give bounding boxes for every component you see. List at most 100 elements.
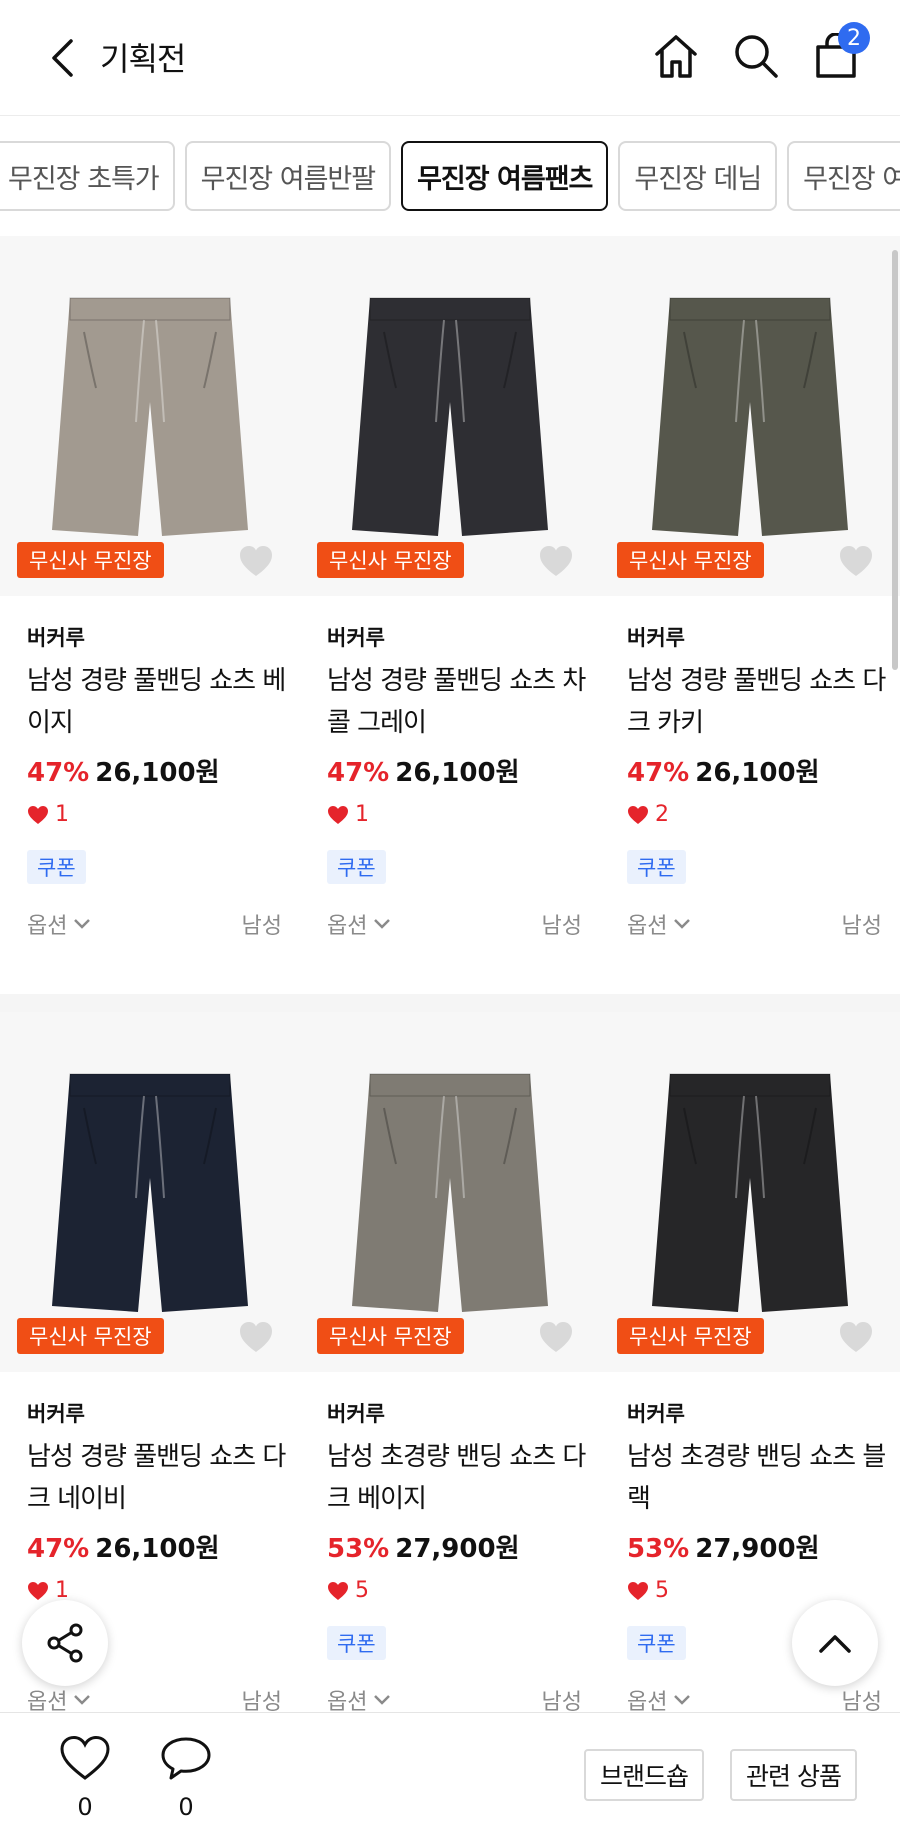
product-name[interactable]: 남성 초경량 밴딩 쇼츠 다크 베이지	[327, 1436, 587, 1520]
share-button[interactable]	[22, 1600, 108, 1686]
promo-tag: 무신사 무진장	[17, 1318, 164, 1354]
sale-price: 26,100원	[95, 758, 220, 788]
chevron-down-icon	[674, 919, 691, 929]
heart-filled-icon	[328, 805, 348, 824]
product-row: 무신사 무진장 버커루 남성 경량 풀밴딩 쇼츠 베이지 47% 26,100원 1 쿠폰 옵…	[0, 236, 900, 994]
product-brand[interactable]: 버커루	[327, 1398, 385, 1428]
product-price-line: 53% 27,900원	[327, 1528, 520, 1565]
product-card[interactable]: 무신사 무진장버커루남성 경량 풀밴딩 쇼츠 차콜 그레이 47% 26,100원 1…	[300, 236, 600, 994]
discount-rate: 47%	[627, 758, 690, 788]
discount-rate: 47%	[327, 758, 390, 788]
wishlist-heart-icon[interactable]	[538, 544, 574, 578]
sale-price: 26,100원	[95, 1534, 220, 1564]
product-brand[interactable]: 버커루	[27, 1398, 85, 1428]
like-count-line: 1	[327, 802, 369, 827]
option-dropdown[interactable]: 옵션	[27, 908, 91, 940]
like-count: 0	[77, 1793, 93, 1821]
related-products-button[interactable]: 관련 상품	[730, 1749, 857, 1801]
chevron-left-icon	[52, 39, 73, 77]
category-chip[interactable]: 무진장 데님	[618, 141, 778, 211]
chevron-down-icon	[374, 919, 391, 929]
heart-filled-icon	[28, 805, 48, 824]
product-card[interactable]: 무신사 무진장 버커루 남성 경량 풀밴딩 쇼츠 베이지 47% 26,100원 1 쿠폰 옵…	[0, 236, 300, 994]
top-header: 기획전 2	[0, 0, 900, 116]
chevron-up-icon	[819, 1635, 851, 1653]
promo-tag: 무신사 무진장	[317, 1318, 464, 1354]
product-brand[interactable]: 버커루	[627, 622, 685, 652]
promo-tag: 무신사 무진장	[617, 542, 764, 578]
heart-outline-icon	[60, 1735, 110, 1780]
wishlist-heart-icon[interactable]	[238, 1320, 274, 1354]
scroll-top-button[interactable]	[792, 1600, 878, 1686]
promo-tag: 무신사 무진장	[617, 1318, 764, 1354]
option-label: 옵션	[27, 914, 68, 939]
product-image	[52, 297, 248, 536]
category-chips: 무진장 초특가무진장 여름반팔무진장 여름팬츠무진장 데님무진장 여름니트	[0, 117, 900, 235]
like-count-line: 1	[27, 802, 69, 827]
discount-rate: 47%	[27, 1534, 90, 1564]
product-grid: 무신사 무진장 버커루 남성 경량 풀밴딩 쇼츠 베이지 47% 26,100원 1 쿠폰 옵…	[0, 236, 900, 1752]
option-dropdown[interactable]: 옵션	[327, 908, 391, 940]
search-button[interactable]	[728, 28, 784, 84]
like-button[interactable]: 0	[55, 1735, 115, 1821]
product-name[interactable]: 남성 경량 풀밴딩 쇼츠 다크 카키	[627, 660, 887, 744]
product-card[interactable]: 무신사 무진장 버커루 남성 경량 풀밴딩 쇼츠 다크 카키 47% 26,100원 2 쿠…	[600, 236, 900, 994]
product-image	[52, 1073, 248, 1312]
option-dropdown[interactable]: 옵션	[627, 908, 691, 940]
wishlist-heart-icon[interactable]	[838, 1320, 874, 1354]
product-price-line: 53% 27,900원	[627, 1528, 820, 1565]
back-button[interactable]	[40, 30, 84, 86]
bottom-bar: 0 0 브랜드숍 관련 상품	[0, 1712, 900, 1835]
home-icon	[655, 35, 697, 78]
category-chip[interactable]: 무진장 여름반팔	[184, 141, 392, 211]
category-chip[interactable]: 무진장 초특가	[0, 141, 175, 211]
cart-button[interactable]: 2	[808, 22, 870, 84]
page-title: 기획전	[100, 40, 186, 78]
chevron-down-icon	[374, 1695, 391, 1705]
discount-rate: 47%	[27, 758, 90, 788]
brand-shop-button[interactable]: 브랜드숍	[584, 1749, 705, 1801]
heart-filled-icon	[328, 1581, 348, 1600]
like-count-line: 5	[327, 1578, 369, 1603]
product-name[interactable]: 남성 경량 풀밴딩 쇼츠 다크 네이비	[27, 1436, 287, 1520]
promo-tag: 무신사 무진장	[317, 542, 464, 578]
gender-label: 남성	[841, 914, 882, 939]
gender-label: 남성	[541, 914, 582, 939]
product-name[interactable]: 남성 초경량 밴딩 쇼츠 블랙	[627, 1436, 887, 1520]
product-name[interactable]: 남성 경량 풀밴딩 쇼츠 차콜 그레이	[327, 660, 587, 744]
home-button[interactable]	[648, 28, 704, 84]
product-like-count: 2	[655, 802, 669, 827]
product-brand[interactable]: 버커루	[27, 622, 85, 652]
chevron-down-icon	[74, 919, 91, 929]
comment-button[interactable]: 0	[156, 1735, 216, 1821]
product-card[interactable]: 무신사 무진장 버커루 남성 초경량 밴딩 쇼츠 다크 베이지 53% 27,900원 5…	[300, 1012, 600, 1752]
gender-label: 남성	[241, 914, 282, 939]
cart-count-badge: 2	[838, 22, 870, 54]
like-count-line: 5	[627, 1578, 669, 1603]
scrollbar[interactable]	[892, 250, 898, 670]
promo-tag: 무신사 무진장	[17, 542, 164, 578]
option-label: 옵션	[327, 914, 368, 939]
product-brand[interactable]: 버커루	[327, 622, 385, 652]
wishlist-heart-icon[interactable]	[238, 544, 274, 578]
wishlist-heart-icon[interactable]	[838, 544, 874, 578]
product-row: 무신사 무진장 버커루 남성 경량 풀밴딩 쇼츠 다크 네이비 47% 26,100원 1…	[0, 994, 900, 1752]
product-price-line: 47% 26,100원	[327, 752, 520, 789]
wishlist-heart-icon[interactable]	[538, 1320, 574, 1354]
product-name[interactable]: 남성 경량 풀밴딩 쇼츠 베이지	[27, 660, 287, 744]
share-icon	[47, 1623, 83, 1663]
product-price-line: 47% 26,100원	[627, 752, 820, 789]
discount-rate: 53%	[327, 1534, 390, 1564]
option-label: 옵션	[627, 914, 668, 939]
category-chip[interactable]: 무진장 여름팬츠	[401, 141, 609, 211]
sale-price: 26,100원	[395, 758, 520, 788]
category-chip[interactable]: 무진장 여름니트	[787, 141, 900, 211]
product-price-line: 47% 26,100원	[27, 752, 220, 789]
sale-price: 27,900원	[695, 1534, 820, 1564]
discount-rate: 53%	[627, 1534, 690, 1564]
chevron-down-icon	[674, 1695, 691, 1705]
coupon-badge: 쿠폰	[327, 1626, 386, 1660]
sale-price: 26,100원	[695, 758, 820, 788]
product-like-count: 1	[355, 802, 369, 827]
product-brand[interactable]: 버커루	[627, 1398, 685, 1428]
